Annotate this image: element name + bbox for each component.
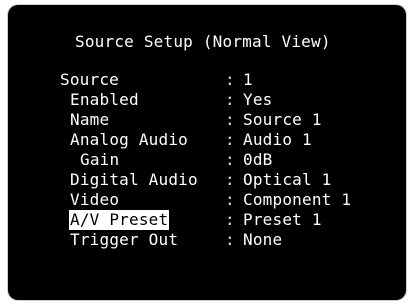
menu-row-separator: : [225, 170, 235, 189]
menu-row-av-preset[interactable]: A/V Preset : Preset 1 [60, 210, 321, 230]
menu-row-label: Analog Audio [70, 130, 188, 149]
menu-row-value[interactable]: Preset 1 [243, 210, 322, 230]
menu-row-value[interactable]: Audio 1 [243, 130, 312, 150]
menu-row-analog-audio[interactable]: Analog Audio : Audio 1 [60, 130, 312, 150]
menu-row-label: Video [70, 190, 120, 209]
menu-row-value[interactable]: 1 [243, 70, 253, 90]
menu-title: Source Setup (Normal View) [75, 32, 331, 51]
menu-row-label: Source [60, 70, 119, 89]
menu-row-separator: : [225, 210, 235, 229]
osd-screen: Source Setup (Normal View) Source : 1 En… [8, 5, 406, 300]
menu-row-value[interactable]: Yes [243, 90, 273, 110]
menu-row-label: Name [70, 110, 110, 129]
menu-row-separator: : [225, 90, 235, 109]
menu-row-enabled[interactable]: Enabled : Yes [60, 90, 272, 110]
menu-row-label: Enabled [70, 90, 139, 109]
menu-row-trigger-out[interactable]: Trigger Out : None [60, 230, 282, 250]
menu-row-value[interactable]: 0dB [243, 150, 273, 170]
menu-row-value[interactable]: Source 1 [243, 110, 322, 130]
menu-row-separator: : [225, 110, 235, 129]
menu-row-separator: : [225, 230, 235, 249]
menu-row-label: Trigger Out [70, 230, 179, 249]
menu-row-value[interactable]: None [243, 230, 282, 250]
menu-row-label: A/V Preset [69, 210, 170, 230]
menu-row-separator: : [225, 190, 235, 209]
settings-list: Source : 1 Enabled : Yes Name : Source 1… [60, 70, 351, 250]
menu-row-label: Digital Audio [70, 170, 198, 189]
menu-row-digital-audio[interactable]: Digital Audio : Optical 1 [60, 170, 331, 190]
menu-row-video[interactable]: Video : Component 1 [60, 190, 351, 210]
menu-row-separator: : [225, 150, 235, 169]
menu-row-separator: : [225, 130, 235, 149]
menu-row-name[interactable]: Name : Source 1 [60, 110, 321, 130]
menu-row-value[interactable]: Component 1 [243, 190, 351, 210]
menu-row-label: Gain [80, 150, 120, 169]
menu-row-separator: : [225, 70, 235, 89]
menu-row-source[interactable]: Source : 1 [60, 70, 253, 90]
menu-row-value[interactable]: Optical 1 [243, 170, 332, 190]
menu-row-gain[interactable]: Gain : 0dB [60, 150, 272, 170]
